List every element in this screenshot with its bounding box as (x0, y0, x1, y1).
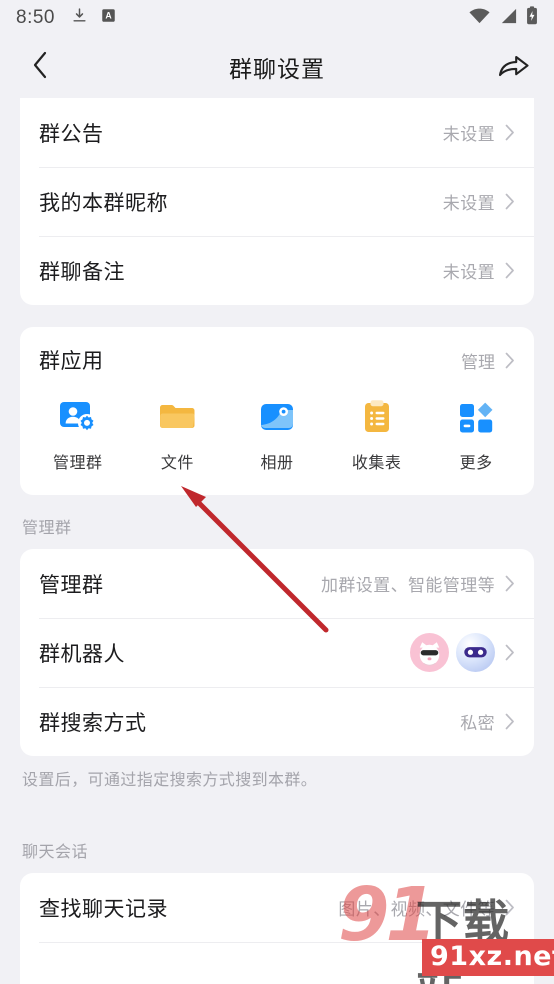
row-label: 管理群 (39, 573, 104, 597)
row-label: 群搜索方式 (39, 711, 147, 735)
more-grid-icon (456, 397, 496, 437)
search-mode-hint: 设置后，可通过指定搜索方式搜到本群。 (22, 772, 318, 789)
wifi-icon (468, 7, 491, 30)
row-label: 群机器人 (39, 642, 125, 666)
row-right: 未设置 (443, 258, 515, 283)
section-title-chat: 聊天会话 (22, 844, 89, 862)
row-value: 私密 (460, 714, 495, 733)
svg-text:A: A (105, 11, 112, 21)
photo-album-icon (257, 397, 297, 437)
row-label: 查找聊天记录 (39, 897, 168, 921)
chevron-right-icon (505, 575, 515, 592)
avatar (410, 633, 449, 672)
group-info-card: 群公告 未设置 我的本群昵称 未设置 群聊备注 未设置 (20, 98, 534, 305)
row-right: 私密 (460, 709, 515, 734)
chevron-right-icon (505, 644, 515, 661)
section-title-manage: 管理群 (22, 520, 72, 537)
table-row[interactable] (20, 942, 534, 984)
app-item-manage-group[interactable]: 管理群 (28, 397, 128, 473)
status-left-icons: A (71, 7, 116, 29)
bot-avatar-list (410, 633, 495, 672)
table-row[interactable]: 查找聊天记录 图片、视频、文件等 (20, 873, 534, 942)
row-value: 加群设置、智能管理等 (321, 576, 495, 595)
page-title: 群聊设置 (229, 56, 325, 82)
app-item-files[interactable]: 文件 (128, 397, 228, 473)
table-row[interactable]: 我的本群昵称 未设置 (20, 167, 534, 236)
row-right: 未设置 (443, 120, 515, 145)
download-icon (71, 7, 88, 29)
group-apps-card: 群应用 管理 管理群 文件 相册 收集表 更多 (20, 327, 534, 495)
row-right: 图片、视频、文件等 (338, 895, 515, 920)
status-time: 8:50 (16, 7, 55, 28)
app-label: 文件 (160, 455, 194, 472)
group-apps-grid: 管理群 文件 相册 收集表 更多 (20, 393, 534, 473)
group-apps-header: 群应用 管理 (20, 327, 534, 393)
share-arrow-icon (498, 51, 530, 84)
chevron-right-icon (505, 713, 515, 730)
row-right (410, 633, 515, 672)
chevron-right-icon (505, 899, 515, 916)
table-row[interactable]: 群搜索方式 私密 (20, 687, 534, 756)
row-value: 未设置 (442, 263, 495, 282)
avatar (456, 633, 495, 672)
row-label: 群公告 (39, 122, 104, 146)
row-label: 我的本群昵称 (39, 191, 168, 215)
chevron-right-icon (505, 262, 515, 279)
status-bar: 8:50 A (0, 0, 554, 36)
chevron-left-icon (32, 51, 48, 84)
signal-icon (499, 7, 518, 30)
row-value: 未设置 (442, 125, 495, 144)
nav-bar: 群聊设置 (0, 36, 554, 98)
clipboard-form-icon (357, 397, 397, 437)
chevron-right-icon (505, 124, 515, 141)
app-label: 更多 (459, 455, 493, 472)
table-row[interactable]: 群聊备注 未设置 (20, 236, 534, 305)
chevron-right-icon (505, 352, 515, 369)
manage-apps-label: 管理 (461, 352, 495, 372)
table-row[interactable]: 管理群 加群设置、智能管理等 (20, 549, 534, 618)
settings-scroll-area[interactable]: 群公告 未设置 我的本群昵称 未设置 群聊备注 未设置 群应用 管理 管理群 文… (0, 98, 554, 984)
manage-apps-button[interactable]: 管理 (461, 348, 515, 373)
app-item-more[interactable]: 更多 (426, 397, 526, 473)
table-row[interactable]: 群公告 未设置 (20, 98, 534, 167)
phone-screen: 8:50 A 群聊设置 群公告 未设置 我的本群昵称 未设置 群聊备注 未设置 … (0, 0, 554, 984)
app-item-album[interactable]: 相册 (227, 397, 327, 473)
app-label: 管理群 (53, 455, 103, 472)
row-right: 加群设置、智能管理等 (321, 571, 515, 596)
row-label: 群聊备注 (39, 260, 125, 284)
row-right: 未设置 (443, 189, 515, 214)
row-value: 未设置 (442, 194, 495, 213)
folder-icon (157, 397, 197, 437)
chevron-right-icon (505, 193, 515, 210)
app-label: 相册 (260, 455, 294, 472)
table-row[interactable]: 群机器人 (20, 618, 534, 687)
group-apps-title: 群应用 (39, 350, 104, 373)
status-right-icons (468, 6, 538, 30)
share-button[interactable] (494, 47, 534, 87)
manage-group-card: 管理群 加群设置、智能管理等 群机器人 群搜索方式 私密 (20, 549, 534, 756)
app-label: 收集表 (351, 455, 402, 472)
row-value: 图片、视频、文件等 (338, 900, 495, 920)
app-badge-icon: A (101, 8, 116, 28)
app-item-collect-form[interactable]: 收集表 (327, 397, 427, 473)
battery-charging-icon (526, 6, 538, 30)
back-button[interactable] (20, 47, 60, 87)
manage-group-icon (58, 397, 98, 437)
chat-session-card: 查找聊天记录 图片、视频、文件等 (20, 873, 534, 984)
